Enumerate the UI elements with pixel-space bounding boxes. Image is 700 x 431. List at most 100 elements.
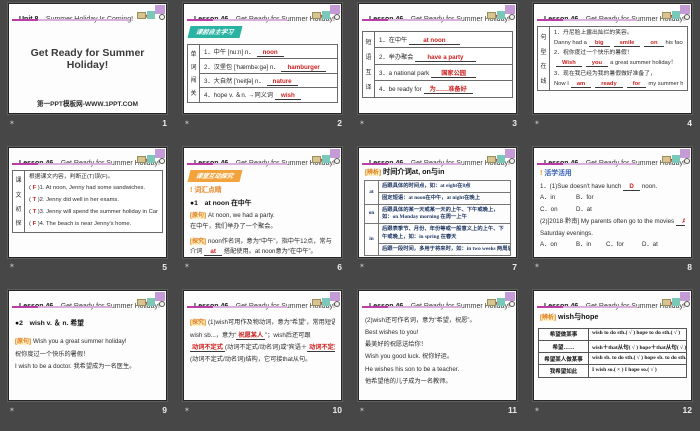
answer-blank: hamburger [281,63,326,72]
row-label: 我希望如此 [539,365,589,377]
option: B．in [576,241,592,249]
transition-star-icon[interactable]: ✶ [9,120,15,127]
transition-star-icon[interactable]: ✶ [534,263,540,270]
sentence-part: his face. [665,40,684,47]
example-en: Wish you a great summer holiday! [33,338,127,346]
tf-answer: T [32,197,37,204]
options-line: C．on D．at [540,204,685,216]
analysis-tag: [探究] [190,238,206,245]
transition-star-icon[interactable]: ✶ [534,120,540,127]
teal-square-icon [497,298,505,307]
table-row: at 后跟具体的时间点，如：at eight在8点 固定短语：at noon在中… [365,181,510,205]
option: B．for [576,194,594,202]
slide-header: Lesson 46 Get Ready for Summer Holiday! [9,291,166,310]
vocab-table: 单 词 闯 关 1．中午 [nu:n] n． noon 2．汉堡包 ['hæmbə… [187,44,338,103]
slide-meta: ✶ 11 [358,401,519,418]
analysis-text: 搭配使用。at noon意为“在中午”。 [223,248,317,256]
analysis-tag: [探究] [190,320,206,327]
example-line: [原句] Wish you a great summer holiday! [15,336,160,349]
prep-cells: 后跟具体的某一天或某一天的上午、下午或晚上，如：on Monday mornin… [379,205,510,224]
vocab-point: ●1 at noon 在中午 [190,200,252,208]
table-row: 1．在中午 at noon [375,32,512,49]
slide-cell-4: Lesson 46 Get Ready for Summer Holiday! … [525,0,700,144]
slide-cell-11: Lesson 46 Get Ready for Summer Holiday! … [350,287,525,431]
photo-thumb-icon [487,12,496,19]
slide-thumbnail-5[interactable]: Lesson 46 Get Ready for Summer Holiday! … [8,146,167,258]
transition-star-icon[interactable]: ✶ [9,263,15,270]
slide-meta: ✶ 3 [358,114,519,131]
slide-thumbnail-12[interactable]: Lesson 46 Get Ready for Summer Holiday! … [533,290,692,402]
body-line: 最美好的祝愿送给你！ [365,341,427,349]
slide-thumbnail-3[interactable]: Lesson 46 Get Ready for Summer Holiday! … [358,3,517,114]
example-extra: I wish to be a doctor. 我希望成为一名医生。 [15,363,136,371]
row-text: 3．大自然 ['neitʃə] n． [204,77,265,85]
prep-key: in [365,224,379,255]
answer-blank: smile [613,40,641,48]
slide-thumbnail-6[interactable]: Lesson 46 Get Ready for Summer Holiday! … [183,146,342,258]
slide-body: [探究] (1)wish可用作及物动词，意为“希望”，常用短语 wish sb..… [184,308,341,368]
slide-thumbnail-9[interactable]: Lesson 46 Get Ready for Summer Holiday! … [8,290,167,402]
slide-meta: ✶ 4 [533,114,694,131]
slide-number: 1 [162,118,167,128]
preposition-table: at 后跟具体的时间点，如：at eight在8点 固定短语：at noon在中… [364,180,511,256]
transition-star-icon[interactable]: ✶ [359,263,365,270]
table-row: 2．汉堡包 ['hæmbə:gə] n． hamburger [200,59,337,74]
compare-tag: [辨析] [365,169,381,176]
slide-thumbnail-7[interactable]: Lesson 46 Get Ready for Summer Holiday! … [358,146,517,258]
prep-cells: 后跟具体的时间点，如：at eight在8点 固定短语：at noon在中午，a… [379,181,510,204]
table-side-label: 单 词 闯 关 [188,45,200,102]
transition-star-icon[interactable]: ✶ [184,263,190,270]
transition-star-icon[interactable]: ✶ [534,407,540,414]
cover-footer: 第一PPT模板网-WWW.1PPT.COM [36,101,139,108]
body-line: (2)wish还可作名词，意为“希望，祝愿”。 [365,317,476,325]
slide-number: 5 [162,261,167,272]
row-value: wish＋that从句( √ ) hope＋that从句( √ ) [592,344,686,351]
cover-title: Get Ready for Summer Holiday! [30,47,145,71]
purple-square-icon [505,292,515,302]
table-side-label: 句 型 在 线 [538,27,550,90]
clock-icon [334,14,340,20]
tf-item: ( T )3. Jenny will spend the summer holi… [29,207,158,219]
slide-meta: ✶ 7 [358,258,519,275]
analysis-line: [探究] noon作名词，意为“中午”，指中午12点，常与 [190,237,335,248]
sentence-cn: 2．祝你度过一个快乐的暑假！ [554,50,633,57]
slide-body: (2)wish还可作名词，意为“希望，祝愿”。 Best wishes to y… [359,308,516,389]
slide-thumbnail-2[interactable]: Lesson 46 Get Ready for Summer Holiday! … [183,3,342,114]
tf-item: ( F )4. The beach is near Jenny's home. [29,219,158,231]
slide-thumbnail-10[interactable]: Lesson 46 Get Ready for Summer Holiday! … [183,290,342,402]
options-line: A．on B．in C．for D．at [540,239,685,251]
answer-blank: at [204,248,222,257]
table-rows: 根据课文内容，判断正(T)误(F)。 ( F )1. At noon, Jenn… [25,171,162,232]
side-char: 初 [15,206,22,213]
row-text: 4．be ready for [379,86,422,94]
side-char: 线 [540,78,547,85]
clock-icon [159,301,165,308]
photo-thumb-icon [487,155,496,163]
row-text: 1．在中午 [379,37,408,45]
header-decor [312,292,340,308]
slide-thumbnail-1[interactable]: Unit 8 Summer Holiday Is Coming! Get Rea… [8,3,167,114]
source-tag: [原句] [190,213,206,220]
slide-cell-6: Lesson 46 Get Ready for Summer Holiday! … [175,144,350,288]
slide-thumbnail-11[interactable]: Lesson 46 Get Ready for Summer Holiday! … [358,290,517,402]
answer-blank: D [623,182,640,191]
transition-star-icon[interactable]: ✶ [359,407,365,414]
clock-icon [509,157,515,164]
transition-star-icon[interactable]: ✶ [9,407,15,414]
clock-icon [159,157,165,164]
row-text: 3．a national park [379,69,430,77]
transition-star-icon[interactable]: ✶ [359,120,365,127]
transition-star-icon[interactable]: ✶ [184,120,190,127]
slide-meta: ✶ 5 [8,258,169,275]
sentence-cn: 3．现在我已经为我的暑假做好准备了， [554,70,656,77]
slide-cell-8: Lesson 46 Get Ready for Summer Holiday! … [525,144,700,288]
slide-thumbnail-4[interactable]: Lesson 46 Get Ready for Summer Holiday! … [533,3,692,114]
slide-cell-7: Lesson 46 Get Ready for Summer Holiday! … [350,144,525,288]
phrase-table: 短 语 互 译 1．在中午 at noon 2．举办聚会 have a party … [362,31,513,98]
body-line: He wishes his son to be a teacher. [365,365,460,373]
teal-square-icon [672,154,680,163]
slide-cell-5: Lesson 46 Get Ready for Summer Holiday! … [0,144,175,288]
transition-star-icon[interactable]: ✶ [184,407,190,414]
slide-thumbnail-8[interactable]: Lesson 46 Get Ready for Summer Holiday! … [533,146,692,258]
header-underline [12,306,112,309]
